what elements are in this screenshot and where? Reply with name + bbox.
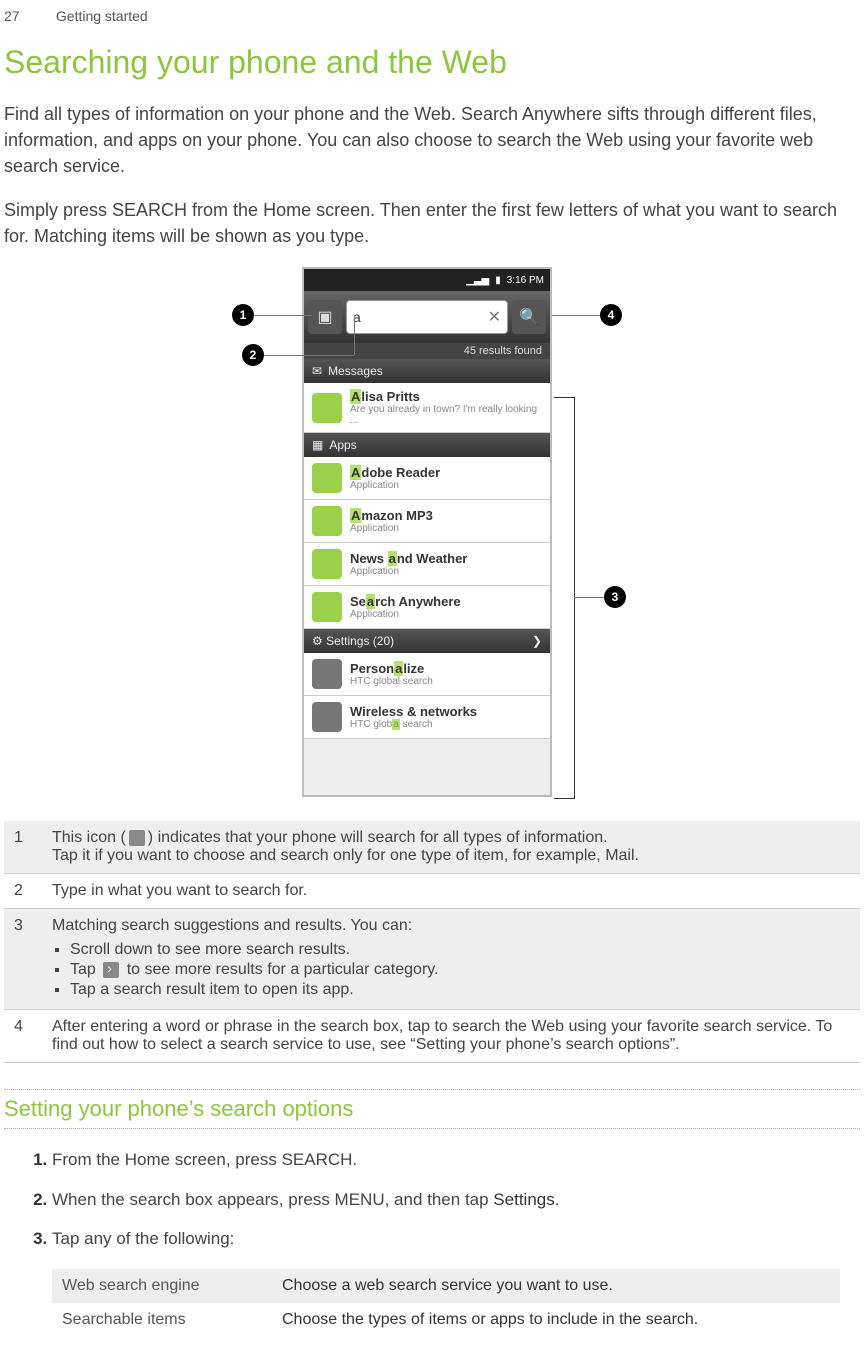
section-apps: ▦Apps [304,433,550,457]
legend-bullet: Scroll down to see more search results. [70,941,850,959]
signal-icon: ▁▃▅ [466,275,489,286]
app-row[interactable]: Adobe ReaderApplication [304,457,550,500]
page-title: Searching your phone and the Web [4,44,860,81]
section-name: Getting started [56,8,148,24]
callout-1: 1 [232,304,254,326]
app-icon [312,506,342,536]
search-web-icon[interactable]: 🔍 [512,300,546,334]
contact-icon [312,393,342,423]
steps-list: From the Home screen, press SEARCH. When… [4,1146,860,1252]
app-icon [312,549,342,579]
running-header: 27 Getting started [4,8,860,24]
legend-num: 4 [4,1010,42,1063]
legend-text: Type in what you want to search for. [42,874,860,909]
callout-2: 2 [242,344,264,366]
legend-text: Matching search suggestions and results.… [42,909,860,1010]
search-input[interactable]: a ✕ [346,300,508,334]
leader-line [552,315,600,316]
legend-table: 1 This icon () indicates that your phone… [4,821,860,1063]
option-name: Searchable items [52,1303,272,1337]
legend-bullet: Tap to see more results for a particular… [70,961,850,979]
step: When the search box appears, press MENU,… [52,1186,860,1213]
leader-line [254,315,312,316]
settings-icon [312,702,342,732]
search-bar: ▣ a ✕ 🔍 [304,291,550,343]
option-desc: Choose a web search service you want to … [272,1269,840,1303]
app-row[interactable]: Search AnywhereApplication [304,586,550,629]
step: Tap any of the following: [52,1225,860,1252]
bracket [554,397,575,799]
subheading: Setting your phone’s search options [4,1089,860,1129]
page-number: 27 [4,8,52,24]
clock: 3:16 PM [507,275,544,286]
legend-num: 3 [4,909,42,1010]
section-messages: ✉Messages [304,359,550,383]
legend-text: After entering a word or phrase in the s… [42,1010,860,1063]
phone-screenshot: ▁▃▅ ▮ 3:16 PM ▣ a ✕ 🔍 45 results found ✉… [302,267,552,797]
legend-num: 2 [4,874,42,909]
legend-text: This icon () indicates that your phone w… [42,821,860,874]
search-scope-icon [129,830,145,846]
settings-link: Settings [493,1190,554,1209]
app-row[interactable]: Amazon MP3Application [304,500,550,543]
option-desc: Choose the types of items or apps to inc… [272,1303,840,1337]
intro-paragraph-2: Simply press SEARCH from the Home screen… [4,197,860,249]
legend-bullet: Tap a search result item to open its app… [70,981,850,999]
leader-line [354,317,355,355]
status-bar: ▁▃▅ ▮ 3:16 PM [304,269,550,291]
battery-icon: ▮ [495,275,501,286]
settings-icon [312,659,342,689]
intro-paragraph-1: Find all types of information on your ph… [4,101,860,179]
callout-3: 3 [604,586,626,608]
leader-line [574,597,604,598]
option-name: Web search engine [52,1269,272,1303]
section-settings[interactable]: ⚙ Settings (20)❯ [304,629,550,653]
table-row: Web search engine Choose a web search se… [52,1269,840,1303]
chevron-right-icon: ❯ [532,634,542,648]
app-icon [312,463,342,493]
app-icon [312,592,342,622]
table-row: Searchable items Choose the types of ite… [52,1303,840,1337]
leader-line [264,355,354,356]
settings-row[interactable]: PersonalizeHTC global search [304,653,550,696]
legend-num: 1 [4,821,42,874]
clear-icon[interactable]: ✕ [488,307,501,327]
page: 27 Getting started Searching your phone … [0,0,864,1347]
figure-wrap: ▁▃▅ ▮ 3:16 PM ▣ a ✕ 🔍 45 results found ✉… [4,267,860,797]
callout-4: 4 [600,304,622,326]
app-row[interactable]: News and WeatherApplication [304,543,550,586]
chevron-right-icon [103,962,119,978]
step: From the Home screen, press SEARCH. [52,1146,860,1173]
search-scope-icon[interactable]: ▣ [308,300,342,334]
figure: ▁▃▅ ▮ 3:16 PM ▣ a ✕ 🔍 45 results found ✉… [222,267,642,797]
message-row[interactable]: Alisa PrittsAre you already in town? I'm… [304,383,550,433]
settings-row[interactable]: Wireless & networksHTC globa search [304,696,550,739]
results-count: 45 results found [304,343,550,359]
